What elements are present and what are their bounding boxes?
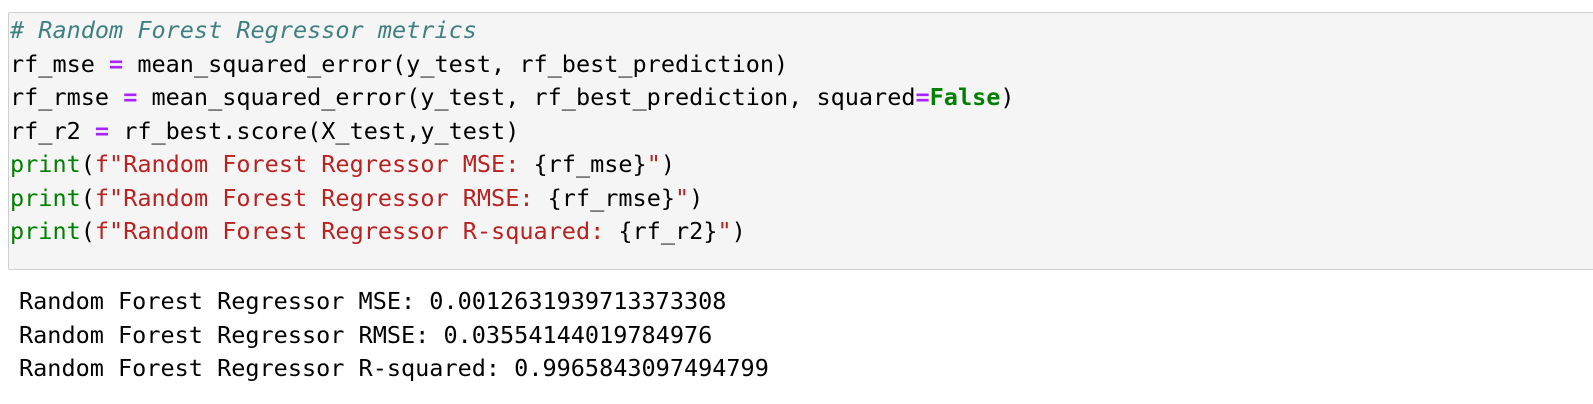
code-line-print-mse: print(f"Random Forest Regressor MSE: {rf…: [10, 148, 1015, 182]
open-paren: (: [80, 217, 95, 245]
code-line-print-r2: print(f"Random Forest Regressor R-square…: [10, 215, 1015, 249]
kwarg-operator: =: [915, 83, 930, 111]
close-paren: ): [731, 217, 746, 245]
string-literal-end: ": [675, 183, 690, 212]
var-name: rf_r2: [10, 116, 95, 145]
open-paren: (: [80, 150, 95, 178]
expression: mean_squared_error(y_test, rf_best_predi…: [123, 49, 789, 78]
code-cell-output: Random Forest Regressor MSE: 0.001263193…: [19, 285, 769, 386]
string-interpolation: {rf_rmse}: [547, 183, 675, 212]
builtin-print: print: [10, 183, 81, 212]
string-interpolation: {rf_r2}: [618, 217, 718, 245]
comment-text: # Random Forest Regressor metrics: [10, 16, 477, 44]
expression: mean_squared_error(y_test, rf_best_predi…: [137, 83, 916, 111]
string-literal: f"Random Forest Regressor MSE:: [94, 150, 534, 178]
open-paren: (: [80, 183, 95, 212]
string-literal: f"Random Forest Regressor R-squared:: [94, 217, 619, 245]
var-name: rf_mse: [10, 49, 110, 78]
builtin-print: print: [10, 217, 81, 245]
keyword-constant: False: [929, 83, 1001, 111]
output-line-mse: Random Forest Regressor MSE: 0.001263193…: [19, 287, 727, 315]
assign-operator: =: [94, 116, 110, 145]
close-paren: ): [1000, 83, 1015, 111]
code-line-comment: # Random Forest Regressor metrics: [10, 14, 1015, 48]
code-line-mse: rf_mse = mean_squared_error(y_test, rf_b…: [10, 48, 1015, 82]
expression: rf_best.score(X_test,y_test): [109, 116, 520, 145]
assign-operator: =: [109, 49, 124, 78]
var-name: rf_rmse: [10, 83, 124, 111]
string-interpolation: {rf_mse}: [533, 150, 647, 178]
code-line-print-rmse: print(f"Random Forest Regressor RMSE: {r…: [10, 182, 1015, 216]
output-line-r2: Random Forest Regressor R-squared: 0.996…: [19, 354, 769, 382]
string-literal: f"Random Forest Regressor RMSE:: [94, 183, 548, 212]
string-literal-end: ": [646, 150, 661, 178]
builtin-print: print: [10, 150, 81, 178]
code-line-r2: rf_r2 = rf_best.score(X_test,y_test): [10, 115, 1015, 149]
code-editor[interactable]: # Random Forest Regressor metrics rf_mse …: [10, 14, 1015, 249]
notebook-page: { "code_cell": { "comment": "# Random Fo…: [0, 0, 1593, 404]
assign-operator: =: [123, 83, 138, 111]
close-paren: ): [689, 183, 704, 212]
string-literal-end: ": [717, 217, 732, 245]
code-line-rmse: rf_rmse = mean_squared_error(y_test, rf_…: [10, 81, 1015, 115]
close-paren: ): [660, 150, 676, 178]
output-line-rmse: Random Forest Regressor RMSE: 0.03554144…: [19, 320, 713, 349]
